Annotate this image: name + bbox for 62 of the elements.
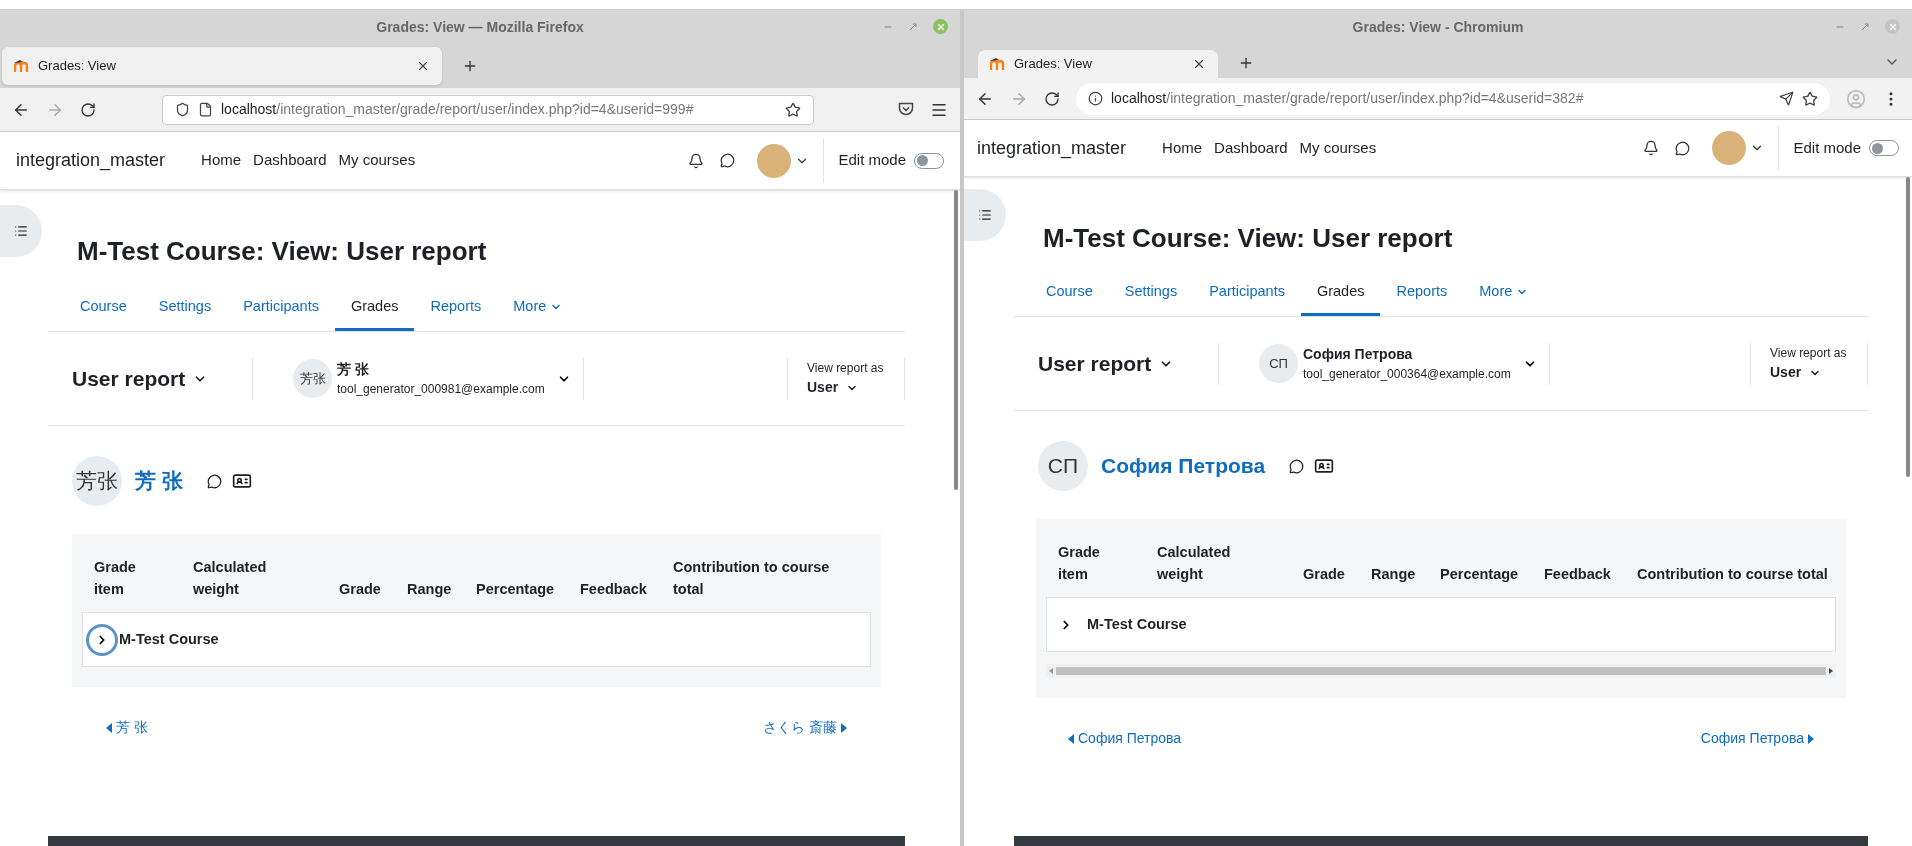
nav-link[interactable]: Dashboard [1208,136,1294,160]
url-text: localhost/integration_master/grade/report/user/index.php?id=4&userid=999# [221,100,695,119]
column-header: Contribution to course total [1637,565,1829,584]
course-tab[interactable]: More [1463,270,1545,316]
course-tab[interactable]: Course [64,285,143,331]
browser-tab[interactable]: Grades: View [2,47,442,85]
column-header: Grade item [1058,543,1101,584]
course-tab[interactable]: Settings [1108,270,1194,316]
grade-item-name: M-Test Course [119,629,219,649]
page-heading: M-Test Course: View: User report [1042,222,1454,255]
edit-mode-label: Edit mode [1793,137,1861,158]
nav-link[interactable]: Dashboard [247,149,333,172]
nav-link[interactable]: Home [195,149,248,172]
address-bar[interactable]: localhost/integration_master/grade/report/user/index.php?id=4&userid=382# [1076,82,1830,115]
next-user-link[interactable]: София Петрова [1700,728,1814,749]
column-header: Grade [339,580,382,599]
address-bar[interactable]: localhost/integration_master/grade/report/user/index.php?id=4&userid=999# [162,94,814,125]
column-header: Percentage [1440,565,1520,584]
course-tab[interactable]: Reports [414,285,498,331]
column-header: Calculated weight [1157,543,1232,584]
view-as-selector[interactable]: View report as User [1751,344,1867,383]
window-title: Grades: View - Chromium [1352,17,1524,37]
column-header: Contribution to course total [673,558,831,599]
column-header: Calculated weight [193,558,268,599]
course-tab[interactable]: Participants [227,285,335,331]
course-tab[interactable]: Grades [334,285,415,331]
report-selector[interactable]: User report [72,362,252,395]
site-name[interactable]: integration_master [16,147,166,174]
edit-mode-label: Edit mode [838,150,906,171]
window-title: Grades: View — Mozilla Firefox [376,17,584,37]
column-header: Percentage [476,580,556,599]
profile-avatar: 芳张 [72,456,122,506]
column-header: Feedback [1544,565,1612,584]
previous-user-link[interactable]: 芳 张 [106,717,148,738]
course-tab[interactable]: Grades [1300,270,1381,316]
column-header: Range [1371,565,1417,584]
course-tab[interactable]: Reports [1380,270,1464,316]
page-heading: M-Test Course: View: User report [76,235,488,268]
profile-name-link[interactable]: София Петрова [1101,450,1266,482]
user-selector[interactable]: 芳张 芳 张 tool_generator_000981@example.com [293,359,543,398]
course-tab[interactable]: More [497,285,579,331]
next-user-link[interactable]: さくら 斎藤 [763,717,847,738]
user-selector[interactable]: СП София Петрова tool_generator_000364@example.com [1259,344,1509,383]
nav-link[interactable]: Home [1156,136,1209,160]
course-tab[interactable]: Settings [142,285,228,331]
previous-user-link[interactable]: София Петрова [1068,728,1182,749]
url-text: localhost/integration_master/grade/report/user/index.php?id=4&userid=382# [1111,89,1585,108]
grade-item-name: M-Test Course [1087,614,1187,634]
view-as-selector[interactable]: View report as User [788,359,904,398]
course-tab[interactable]: Course [1030,270,1109,316]
column-header: Grade item [94,558,137,599]
site-name[interactable]: integration_master [977,134,1127,162]
report-selector[interactable]: User report [1038,347,1218,380]
column-header: Feedback [580,580,648,599]
nav-link[interactable]: My courses [1293,136,1383,160]
column-header: Grade [1303,565,1346,584]
profile-avatar: СП [1038,441,1088,491]
profile-name-link[interactable]: 芳 张 [135,465,183,497]
course-tab[interactable]: Participants [1193,270,1301,316]
nav-link[interactable]: My courses [332,149,422,172]
browser-tab[interactable]: Grades: View [978,50,1218,78]
column-header: Range [407,580,453,599]
